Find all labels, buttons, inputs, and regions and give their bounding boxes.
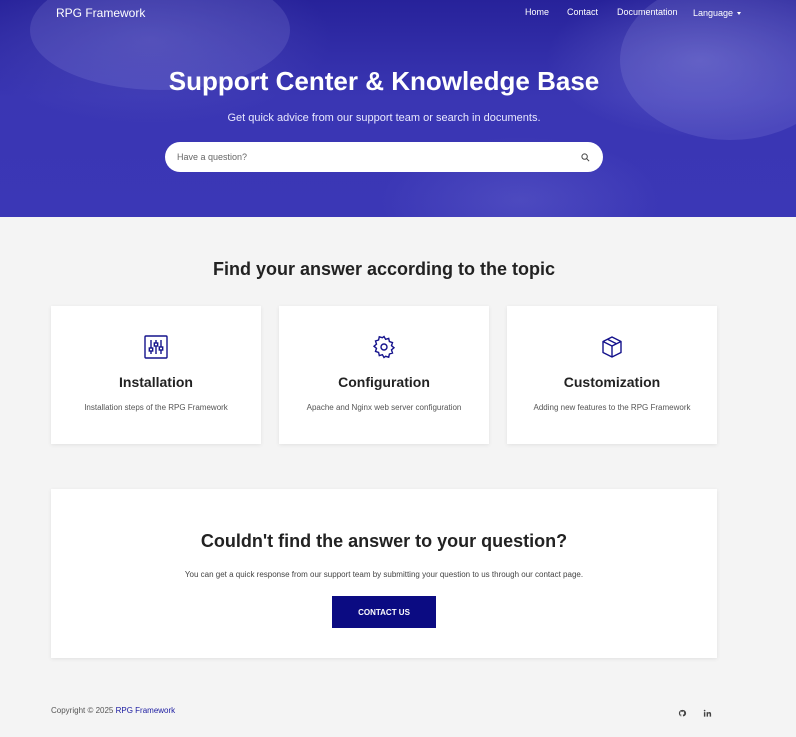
linkedin-icon[interactable] bbox=[703, 705, 713, 717]
gear-icon bbox=[372, 335, 396, 359]
card-description: Installation steps of the RPG Framework bbox=[84, 403, 228, 412]
hero-banner: RPG Framework Home Contact Documentation… bbox=[0, 0, 796, 217]
main-nav: Home Contact Documentation Language bbox=[0, 7, 796, 21]
nav-home[interactable]: Home bbox=[525, 7, 549, 17]
cta-title: Couldn't find the answer to your questio… bbox=[200, 531, 568, 551]
caret-down-icon bbox=[737, 12, 742, 16]
nav-language-label: Language bbox=[693, 8, 734, 18]
footer-brand-link[interactable]: RPG Framework bbox=[116, 706, 176, 715]
nav-documentation[interactable]: Documentation bbox=[617, 7, 678, 17]
card-title: Customization bbox=[563, 374, 661, 390]
nav-language-dropdown[interactable]: Language bbox=[693, 8, 742, 18]
contact-cta-panel: Couldn't find the answer to your questio… bbox=[51, 489, 717, 658]
topic-card-configuration[interactable]: Configuration Apache and Nginx web serve… bbox=[279, 306, 489, 444]
topics-title: Find your answer according to the topic bbox=[212, 259, 556, 279]
topic-card-installation[interactable]: Installation Installation steps of the R… bbox=[51, 306, 261, 444]
card-description: Apache and Nginx web server configuratio… bbox=[306, 403, 462, 412]
card-title: Installation bbox=[119, 374, 193, 390]
topic-card-customization[interactable]: Customization Adding new features to the… bbox=[507, 306, 717, 444]
card-title: Configuration bbox=[338, 374, 430, 390]
cta-text: You can get a quick response from our su… bbox=[184, 570, 584, 579]
search-input[interactable] bbox=[177, 152, 579, 162]
search-bar bbox=[165, 142, 603, 172]
copyright-text: Copyright © 2025 bbox=[51, 706, 114, 715]
box-icon bbox=[600, 335, 624, 359]
footer-copyright: Copyright © 2025 RPG Framework bbox=[51, 706, 175, 715]
contact-us-button[interactable]: CONTACT US bbox=[332, 596, 436, 628]
github-icon[interactable] bbox=[678, 705, 688, 717]
hero-title: Support Center & Knowledge Base bbox=[168, 66, 600, 96]
search-icon[interactable] bbox=[579, 151, 591, 163]
hero-subtitle: Get quick advice from our support team o… bbox=[227, 112, 541, 124]
card-description: Adding new features to the RPG Framework bbox=[533, 403, 691, 412]
nav-contact[interactable]: Contact bbox=[567, 7, 598, 17]
sliders-icon bbox=[144, 335, 168, 359]
